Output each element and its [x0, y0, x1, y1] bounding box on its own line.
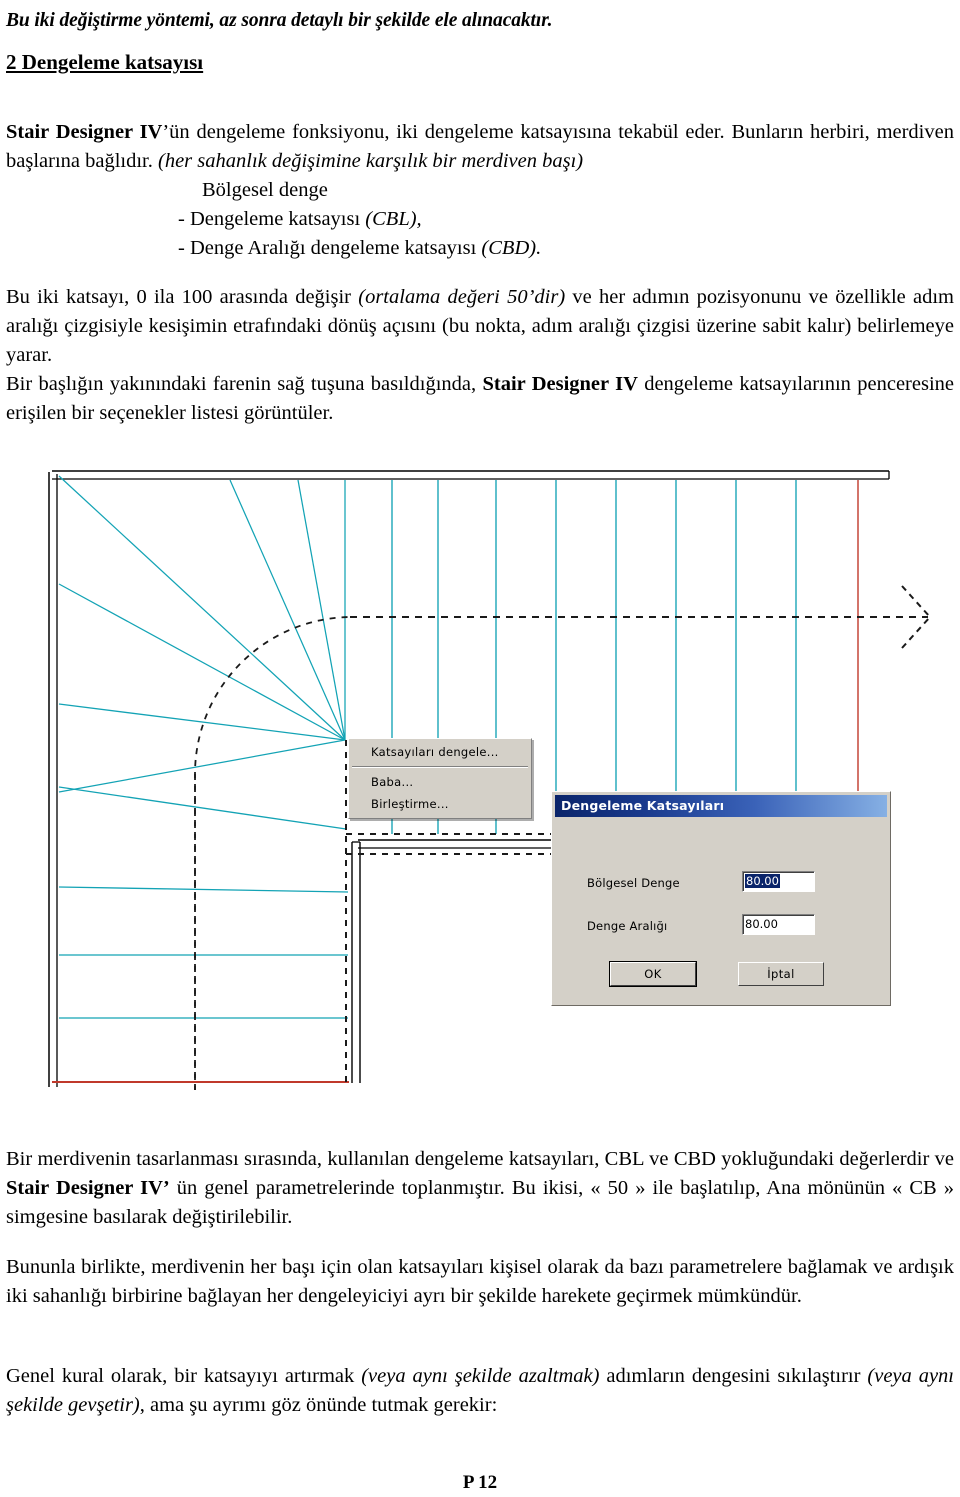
list-item-cbl-code: (CBL), [365, 208, 422, 230]
paragraph-2-part1: Bu iki katsayı, 0 ila 100 arasında değiş… [6, 286, 359, 308]
dialog-title: Dengeleme Katsayıları [555, 795, 887, 817]
list-item-cbl-text: - Dengeleme katsayısı [178, 208, 366, 230]
paragraph-2-bold1: Stair Designer IV [482, 373, 638, 395]
paragraph-5-part3: , ama şu ayrımı göz önünde tutmak gereki… [139, 1394, 498, 1416]
context-menu-item-balance-coefficients[interactable]: Katsayıları dengele... [349, 741, 531, 763]
paragraph-3: Bir merdivenin tasarlanması sırasında, k… [6, 1145, 954, 1232]
context-menu-item-merge[interactable]: Birleştirme... [349, 793, 531, 815]
paragraph-4: Bununla birlikte, merdivenin her başı iç… [6, 1256, 954, 1307]
paragraph-1-italic: (her sahanlık değişimine karşılık bir me… [158, 150, 584, 172]
paragraph-1-body: Stair Designer IV’ün dengeleme fonksiyon… [6, 118, 954, 176]
list-item-cbl: - Dengeleme katsayısı (CBL), [6, 205, 954, 234]
cancel-button[interactable]: İptal [738, 962, 824, 986]
document-page: Bu iki değiştirme yöntemi, az sonra deta… [0, 0, 960, 1497]
balance-coefficients-dialog: Dengeleme Katsayıları Bölgesel Denge 80.… [551, 791, 891, 1006]
context-menu-item-baba[interactable]: Baba... [349, 771, 531, 793]
paragraph-2: Bu iki katsayı, 0 ila 100 arasında değiş… [6, 283, 954, 428]
field-input-denge-araligi[interactable]: 80.00 [742, 914, 815, 935]
paragraph-1: Stair Designer IV’ün dengeleme fonksiyon… [6, 118, 954, 263]
paragraph-2-a: Bu iki katsayı, 0 ila 100 arasında değiş… [6, 283, 954, 370]
context-menu-separator [352, 766, 528, 768]
paragraph-2-b: Bir başlığın yakınındaki farenin sağ tuş… [6, 370, 954, 428]
field-label-denge-araligi: Denge Aralığı [587, 919, 668, 933]
list-heading: Bölgesel denge [202, 179, 328, 201]
paragraph-5-part2: adımların dengesini sıkılaştırır [599, 1365, 868, 1387]
list-item-cbd-text: - Denge Aralığı dengeleme katsayısı [178, 237, 482, 259]
list-item-cbd: - Denge Aralığı dengeleme katsayısı (CBD… [6, 234, 954, 263]
field-label-bolgesel-denge: Bölgesel Denge [587, 876, 680, 890]
paragraph-5: Genel kural olarak, bir katsayıyı artırm… [6, 1362, 954, 1420]
field-input-bolgesel-denge-value: 80.00 [745, 874, 780, 888]
product-name-bold: Stair Designer IV [6, 121, 163, 143]
paragraph-2-part3: Bir başlığın yakınındaki farenin sağ tuş… [6, 373, 483, 395]
page-heading-italic: Bu iki değiştirme yöntemi, az sonra deta… [6, 10, 553, 31]
paragraph-3-bold1: Stair Designer IV’ [6, 1177, 170, 1199]
paragraph-2-italic1: (ortalama değeri 50’dir) [358, 286, 566, 308]
field-input-bolgesel-denge[interactable]: 80.00 [742, 871, 815, 892]
list-item-cbd-code: (CBD). [481, 237, 542, 259]
paragraph-5-italic1: (veya aynı şekilde azaltmak) [361, 1365, 600, 1387]
paragraph-3-part1: Bir merdivenin tasarlanması sırasında, k… [6, 1148, 954, 1170]
paragraph-5-part1: Genel kural olarak, bir katsayıyı artırm… [6, 1365, 362, 1387]
field-input-denge-araligi-value: 80.00 [745, 917, 778, 931]
page-number: P 12 [462, 1472, 498, 1493]
section-title: 2 Dengeleme katsayısı [6, 50, 204, 74]
ok-button[interactable]: OK [609, 961, 697, 987]
context-menu[interactable]: Katsayıları dengele... Baba... Birleştir… [348, 738, 532, 819]
